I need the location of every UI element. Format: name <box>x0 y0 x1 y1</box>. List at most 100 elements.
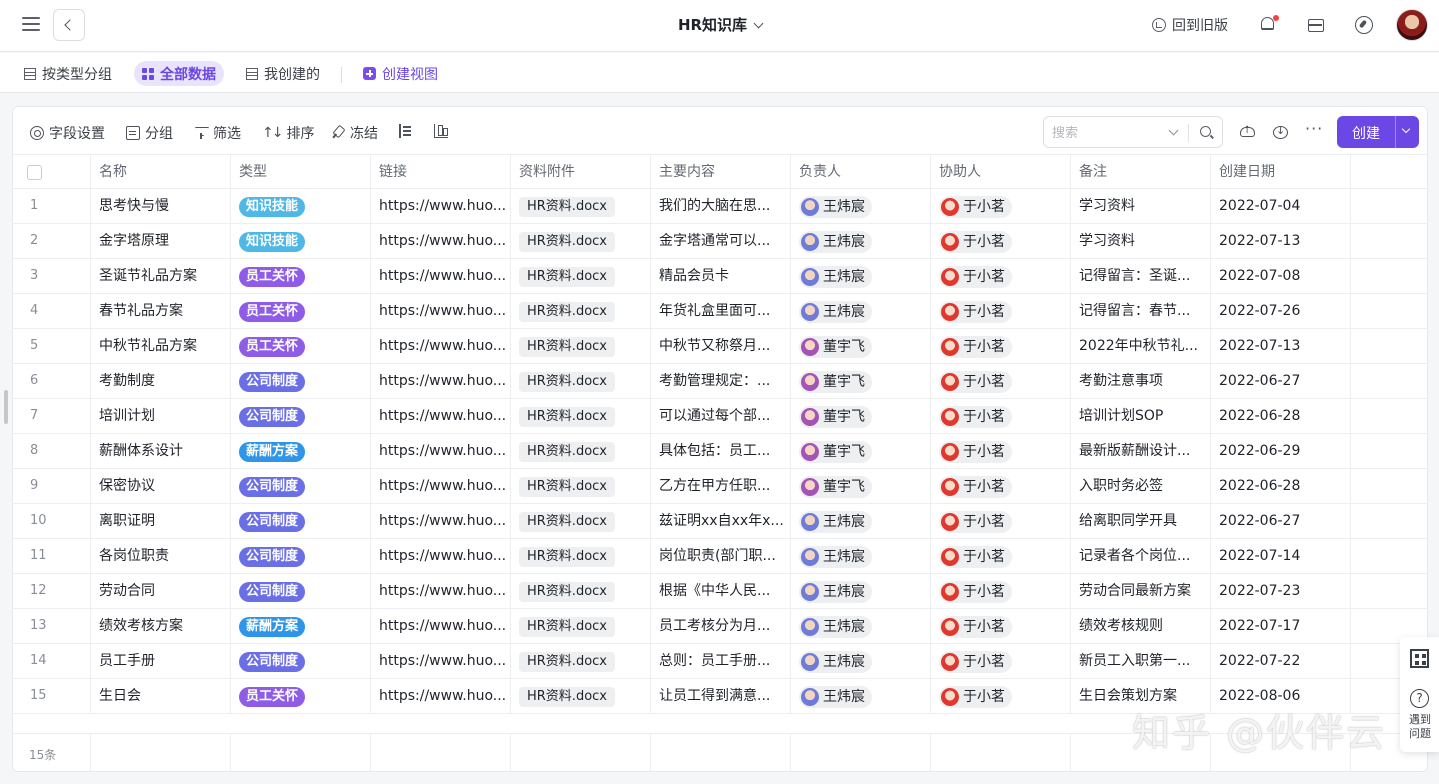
date-cell[interactable]: 2022-06-27 <box>1211 504 1351 539</box>
type-cell[interactable]: 薪酬方案 <box>231 609 371 644</box>
link-text[interactable]: https://www.huo... <box>379 653 506 669</box>
owner-cell[interactable]: 董宇飞 <box>791 469 931 504</box>
name-cell[interactable]: 考勤制度 <box>91 364 231 399</box>
owner-cell[interactable]: 王炜宸 <box>791 224 931 259</box>
create-record-button[interactable]: 创建 <box>1337 116 1419 148</box>
link-cell[interactable]: https://www.huo... <box>371 539 511 574</box>
attachment-chip[interactable]: HR资料.docx <box>519 232 615 252</box>
attachment-cell[interactable]: HR资料.docx <box>511 679 651 714</box>
owner-chip[interactable]: 王炜宸 <box>799 266 872 288</box>
row-index-cell[interactable]: 6 <box>13 364 91 399</box>
tab-group-by-type[interactable]: 按类型分组 <box>16 61 120 86</box>
table-row[interactable]: 9 保密协议 公司制度 https://www.huo... HR资料.docx 乙方在甲… <box>13 469 1427 504</box>
note-cell[interactable]: 绩效考核规则 <box>1071 609 1211 644</box>
footer-cell[interactable] <box>91 734 231 771</box>
column-header[interactable]: 创建日期 <box>1211 155 1351 189</box>
owner-cell[interactable]: 王炜宸 <box>791 644 931 679</box>
content-cell[interactable]: 精品会员卡 <box>651 259 791 294</box>
note-cell[interactable]: 考勤注意事项 <box>1071 364 1211 399</box>
owner-chip[interactable]: 董宇飞 <box>799 441 872 463</box>
attachment-cell[interactable]: HR资料.docx <box>511 574 651 609</box>
table-row[interactable]: 5 中秋节礼品方案 员工关怀 https://www.huo... HR资料.docx 中… <box>13 329 1427 364</box>
helper-cell[interactable]: 于小茗 <box>931 434 1071 469</box>
date-cell[interactable]: 2022-06-27 <box>1211 364 1351 399</box>
chevron-down-icon[interactable] <box>1168 125 1179 136</box>
attachment-chip[interactable]: HR资料.docx <box>519 302 615 322</box>
note-cell[interactable]: 记得留言：圣诞... <box>1071 259 1211 294</box>
note-cell[interactable]: 学习资料 <box>1071 224 1211 259</box>
link-text[interactable]: https://www.huo... <box>379 303 506 319</box>
link-text[interactable]: https://www.huo... <box>379 338 506 354</box>
app-title-dropdown[interactable]: HR知识库 <box>640 14 800 35</box>
content-cell[interactable]: 兹证明xx自xx年x... <box>651 504 791 539</box>
notification-bell-icon[interactable] <box>1258 15 1279 35</box>
link-cell[interactable]: https://www.huo... <box>371 364 511 399</box>
owner-chip[interactable]: 董宇飞 <box>799 336 872 358</box>
link-text[interactable]: https://www.huo... <box>379 688 506 704</box>
attachment-cell[interactable]: HR资料.docx <box>511 609 651 644</box>
helper-chip[interactable]: 于小茗 <box>939 686 1012 708</box>
type-cell[interactable]: 公司制度 <box>231 644 371 679</box>
name-cell[interactable]: 培训计划 <box>91 399 231 434</box>
helper-chip[interactable]: 于小茗 <box>939 651 1012 673</box>
group-button[interactable]: 分组 <box>126 123 173 143</box>
footer-cell[interactable] <box>231 734 371 771</box>
attachment-chip[interactable]: HR资料.docx <box>519 197 615 217</box>
helper-chip[interactable]: 于小茗 <box>939 406 1012 428</box>
row-index-cell[interactable]: 1 <box>13 189 91 224</box>
helper-cell[interactable]: 于小茗 <box>931 504 1071 539</box>
name-cell[interactable]: 薪酬体系设计 <box>91 434 231 469</box>
name-cell[interactable]: 圣诞节礼品方案 <box>91 259 231 294</box>
note-cell[interactable]: 学习资料 <box>1071 189 1211 224</box>
table-row[interactable]: 2 金字塔原理 知识技能 https://www.huo... HR资料.docx 金字塔… <box>13 224 1427 259</box>
attachment-chip[interactable]: HR资料.docx <box>519 687 615 707</box>
helper-cell[interactable]: 于小茗 <box>931 539 1071 574</box>
download-icon[interactable] <box>1272 123 1288 139</box>
date-cell[interactable]: 2022-07-04 <box>1211 189 1351 224</box>
helper-chip[interactable]: 于小茗 <box>939 616 1012 638</box>
freeze-button[interactable]: 冻结 <box>331 123 378 143</box>
search-input[interactable] <box>1052 123 1162 143</box>
row-index-cell[interactable]: 3 <box>13 259 91 294</box>
field-settings-button[interactable]: 字段设置 <box>30 123 105 143</box>
owner-cell[interactable]: 董宇飞 <box>791 364 931 399</box>
type-cell[interactable]: 薪酬方案 <box>231 434 371 469</box>
help-label[interactable]: 遇到问题 <box>1406 713 1434 741</box>
column-header[interactable]: 资料附件 <box>511 155 651 189</box>
chevron-down-icon[interactable] <box>1401 124 1411 134</box>
type-cell[interactable]: 公司制度 <box>231 469 371 504</box>
table-row[interactable]: 7 培训计划 公司制度 https://www.huo... HR资料.docx 可以通过… <box>13 399 1427 434</box>
column-header[interactable]: 负责人 <box>791 155 931 189</box>
search-icon[interactable] <box>1200 126 1211 137</box>
attachment-chip[interactable]: HR资料.docx <box>519 337 615 357</box>
attachment-cell[interactable]: HR资料.docx <box>511 294 651 329</box>
name-cell[interactable]: 金字塔原理 <box>91 224 231 259</box>
note-cell[interactable]: 2022年中秋节礼... <box>1071 329 1211 364</box>
content-cell[interactable]: 我们的大脑在思... <box>651 189 791 224</box>
select-all-checkbox[interactable] <box>27 165 42 180</box>
date-cell[interactable]: 2022-06-28 <box>1211 399 1351 434</box>
owner-chip[interactable]: 王炜宸 <box>799 231 872 253</box>
tab-all-data[interactable]: 全部数据 <box>134 61 224 86</box>
note-cell[interactable]: 最新版薪酬设计... <box>1071 434 1211 469</box>
table-row[interactable]: 12 劳动合同 公司制度 https://www.huo... HR资料.docx 根据《… <box>13 574 1427 609</box>
type-cell[interactable]: 公司制度 <box>231 399 371 434</box>
link-text[interactable]: https://www.huo... <box>379 373 506 389</box>
back-to-old-version-button[interactable]: 回到旧版 <box>1152 15 1228 35</box>
helper-chip[interactable]: 于小茗 <box>939 371 1012 393</box>
table-row[interactable]: 10 离职证明 公司制度 https://www.huo... HR资料.docx 兹证明… <box>13 504 1427 539</box>
inbox-icon[interactable] <box>1306 15 1326 35</box>
date-cell[interactable]: 2022-07-13 <box>1211 329 1351 364</box>
table-row[interactable]: 1 思考快与慢 知识技能 https://www.huo... HR资料.docx 我们的… <box>13 189 1427 224</box>
attachment-chip[interactable]: HR资料.docx <box>519 617 615 637</box>
owner-cell[interactable]: 王炜宸 <box>791 259 931 294</box>
owner-chip[interactable]: 王炜宸 <box>799 511 872 533</box>
note-cell[interactable]: 入职时务必签 <box>1071 469 1211 504</box>
link-cell[interactable]: https://www.huo... <box>371 679 511 714</box>
note-cell[interactable]: 记得留言：春节... <box>1071 294 1211 329</box>
date-cell[interactable]: 2022-07-23 <box>1211 574 1351 609</box>
back-button[interactable] <box>53 9 85 41</box>
row-index-cell[interactable]: 2 <box>13 224 91 259</box>
link-cell[interactable]: https://www.huo... <box>371 189 511 224</box>
note-cell[interactable]: 给离职同学开具 <box>1071 504 1211 539</box>
